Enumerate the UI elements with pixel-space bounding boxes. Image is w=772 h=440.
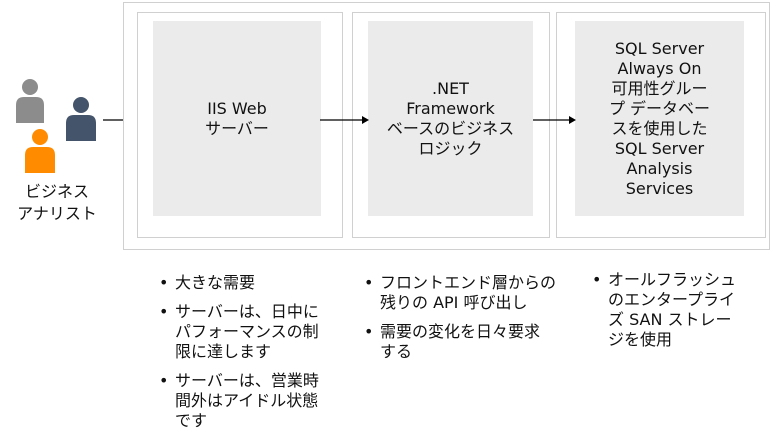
note-item: 需要の変化を日々要求 する [362, 322, 572, 362]
person-orange-icon [25, 129, 55, 173]
note-item: サーバーは、営業時 間外はアイドル状態 です [157, 371, 357, 431]
arrow-logic-to-data [533, 116, 576, 124]
people-icon [16, 79, 96, 173]
web-tier-notes: 大きな需要 サーバーは、日中に パフォーマンスの制 限に達します サーバーは、営… [157, 273, 357, 440]
arrow-web-to-logic [320, 116, 369, 124]
analysis-services-box: SQL Server Always On 可用性グルー プ データベー スを使用… [575, 21, 744, 216]
note-item: オールフラッシュ のエンタープライ ズ SAN ストレー ジを使用 [590, 270, 765, 350]
data-tier-notes: オールフラッシュ のエンタープライ ズ SAN ストレー ジを使用 [590, 270, 765, 359]
business-logic-box: .NET Framework ベースのビジネス ロジック [368, 21, 533, 216]
logic-tier-notes: フロントエンド層からの 残りの API 呼び出し 需要の変化を日々要求 する [362, 273, 572, 371]
web-server-box: IIS Web サーバー [153, 21, 321, 216]
person-blue-icon [66, 97, 96, 141]
note-item: サーバーは、日中に パフォーマンスの制 限に達します [157, 302, 357, 362]
note-item: フロントエンド層からの 残りの API 呼び出し [362, 273, 572, 313]
person-gray-icon [16, 79, 44, 123]
note-item: 大きな需要 [157, 273, 357, 293]
actor-label: ビジネス アナリスト [17, 182, 97, 223]
